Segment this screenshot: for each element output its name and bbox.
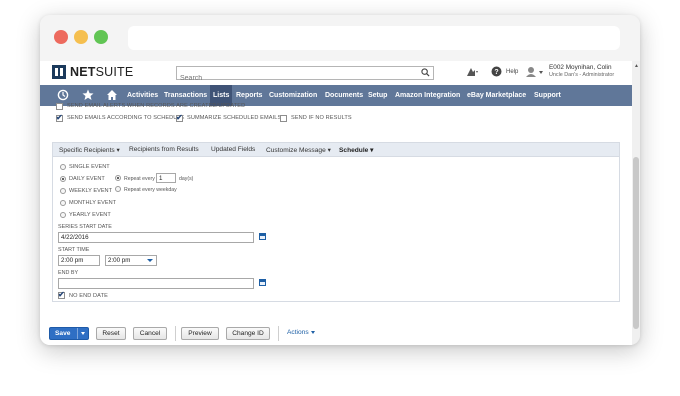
search-input[interactable]	[177, 72, 417, 85]
daily-event-label: DAILY EVENT	[69, 176, 105, 182]
tab-customize-message[interactable]: Customize Message ▾	[266, 146, 331, 154]
start-time-select-value: 2:00 pm	[108, 257, 131, 264]
tab-schedule[interactable]: Schedule ▾	[339, 146, 373, 154]
app-header: NETSUITE ? Help E002 Moynihan, Colin Unc…	[40, 61, 632, 85]
radio-single-event[interactable]	[60, 164, 66, 170]
nav-setup[interactable]: Setup	[368, 85, 387, 106]
start-time-select[interactable]: 2:00 pm	[105, 255, 157, 266]
start-time-label: START TIME	[58, 247, 90, 253]
change-id-button[interactable]: Change ID	[226, 327, 270, 340]
checkmark-icon: ✔	[176, 113, 183, 122]
tab-label: Customize Message	[266, 147, 326, 154]
button-divider	[77, 328, 78, 339]
send-if-no-results-label: SEND IF NO RESULTS	[291, 115, 352, 121]
chevron-down-icon[interactable]	[81, 332, 85, 335]
save-button[interactable]: Save	[49, 327, 89, 340]
emails-by-schedule-label: SEND EMAILS ACCORDING TO SCHEDULE	[67, 115, 185, 121]
calendar-icon[interactable]	[259, 233, 266, 240]
search-icon[interactable]	[421, 68, 430, 77]
send-if-no-results-checkbox[interactable]	[280, 115, 287, 122]
actions-label: Actions	[287, 329, 309, 336]
preview-button[interactable]: Preview	[181, 327, 219, 340]
page-scrollbar[interactable]: ▲	[632, 61, 640, 345]
scroll-thumb[interactable]	[633, 157, 639, 329]
actions-menu[interactable]: Actions	[287, 329, 315, 336]
email-alerts-label: SEND EMAIL ALERTS WHEN RECORDS ARE CREAT…	[67, 103, 246, 109]
scroll-up-icon[interactable]: ▲	[634, 63, 639, 69]
address-bar[interactable]	[128, 26, 620, 50]
radio-weekly-event[interactable]	[60, 188, 66, 194]
page-content: SEND EMAIL ALERTS WHEN RECORDS ARE CREAT…	[40, 103, 632, 345]
radio-monthly-event[interactable]	[60, 200, 66, 206]
tab-updated-fields[interactable]: Updated Fields	[211, 146, 255, 153]
tab-specific-recipients[interactable]: Specific Recipients ▾	[59, 146, 120, 154]
start-time-field[interactable]: 2:00 pm	[58, 255, 100, 266]
radio-daily-event[interactable]	[60, 176, 66, 182]
tab-label: Schedule	[339, 147, 369, 154]
browser-titlebar	[40, 15, 640, 61]
end-by-label: END BY	[58, 270, 79, 276]
reset-button[interactable]: Reset	[96, 327, 126, 340]
user-role: Uncle Dan's - Administrator	[549, 72, 615, 78]
end-by-date-field[interactable]	[58, 278, 254, 289]
email-alerts-checkbox[interactable]	[56, 103, 63, 110]
netsuite-logo[interactable]: NETSUITE	[70, 65, 133, 79]
nav-documents[interactable]: Documents	[325, 85, 363, 106]
global-search[interactable]	[176, 66, 434, 85]
save-label: Save	[55, 330, 71, 337]
repeat-weekday-label: Repeat every weekday	[124, 187, 177, 193]
emails-by-schedule-checkbox[interactable]: ✔	[56, 113, 63, 122]
browser-window: NETSUITE ? Help E002 Moynihan, Colin Unc…	[40, 15, 640, 345]
no-end-date-label: NO END DATE	[69, 293, 108, 299]
radio-repeat-every[interactable]	[115, 175, 121, 181]
repeat-unit-label: day(s)	[179, 176, 194, 182]
summarize-emails-checkbox[interactable]: ✔	[176, 113, 183, 122]
yearly-event-label: YEARLY EVENT	[69, 212, 111, 218]
netsuite-logo-icon	[52, 65, 66, 79]
nav-amazon-integration[interactable]: Amazon Integration	[395, 85, 460, 106]
checkmark-icon: ✔	[58, 290, 65, 299]
nav-ebay-marketplace[interactable]: eBay Marketplace	[467, 85, 526, 106]
series-start-date-label: SERIES START DATE	[58, 224, 112, 230]
user-name[interactable]: E002 Moynihan, Colin	[549, 64, 612, 72]
nav-support[interactable]: Support	[534, 85, 561, 106]
no-end-date-checkbox[interactable]: ✔	[58, 290, 65, 299]
subtab-bar: Specific Recipients ▾ Recipients from Re…	[53, 143, 619, 157]
svg-text:?: ?	[494, 69, 498, 76]
button-divider	[175, 326, 176, 341]
series-start-date-field[interactable]: 4/22/2016	[58, 232, 254, 243]
nav-customization[interactable]: Customization	[269, 85, 317, 106]
chevron-down-icon	[310, 330, 315, 334]
monthly-event-label: MONTHLY EVENT	[69, 200, 117, 206]
repeat-every-label: Repeat every	[124, 176, 155, 182]
create-new-icon[interactable]	[465, 66, 479, 78]
cancel-button[interactable]: Cancel	[133, 327, 167, 340]
help-link[interactable]: Help	[506, 69, 518, 75]
email-settings-panel: Specific Recipients ▾ Recipients from Re…	[52, 142, 620, 302]
chevron-down-icon	[147, 259, 153, 262]
star-icon[interactable]	[82, 89, 94, 101]
minimize-window-button[interactable]	[74, 30, 88, 44]
tab-label: Specific Recipients	[59, 147, 115, 154]
close-window-button[interactable]	[54, 30, 68, 44]
calendar-icon[interactable]	[259, 279, 266, 286]
recent-icon[interactable]	[57, 89, 69, 101]
radio-yearly-event[interactable]	[60, 212, 66, 218]
button-divider	[278, 326, 279, 341]
weekly-event-label: WEEKLY EVENT	[69, 188, 113, 194]
summarize-emails-label: SUMMARIZE SCHEDULED EMAILS	[187, 115, 282, 121]
logo-text-bold: NET	[70, 65, 96, 79]
maximize-window-button[interactable]	[94, 30, 108, 44]
home-icon[interactable]	[106, 89, 118, 101]
tab-recipients-from-results[interactable]: Recipients from Results	[129, 146, 199, 153]
single-event-label: SINGLE EVENT	[69, 164, 110, 170]
checkmark-icon: ✔	[56, 113, 63, 122]
radio-repeat-every-weekday[interactable]	[115, 186, 121, 192]
help-icon[interactable]: ?	[491, 66, 502, 77]
user-avatar-icon[interactable]	[525, 66, 545, 78]
netsuite-page: NETSUITE ? Help E002 Moynihan, Colin Unc…	[40, 61, 632, 345]
repeat-every-input[interactable]: 1	[156, 173, 176, 183]
logo-text-light: SUITE	[95, 65, 134, 79]
